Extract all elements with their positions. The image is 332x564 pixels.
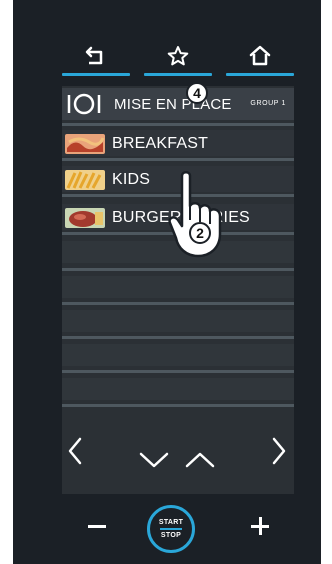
- callout-badge-4: 4: [186, 82, 208, 104]
- burger-thumb: [65, 208, 105, 228]
- row-separator: [62, 404, 294, 407]
- star-icon: [167, 46, 189, 66]
- chevron-right-icon[interactable]: [270, 436, 288, 466]
- empty-row: [62, 310, 294, 332]
- start-stop-button[interactable]: START STOP: [147, 505, 195, 553]
- empty-row: [62, 344, 294, 366]
- back-arrow-icon: [85, 46, 103, 65]
- row-separator: [62, 268, 294, 271]
- home-underline: [226, 73, 294, 76]
- chevron-up-icon[interactable]: [184, 450, 216, 470]
- back-button[interactable]: [62, 38, 130, 76]
- stop-label: STOP: [160, 532, 182, 539]
- list-navigation: [62, 430, 294, 480]
- plate-icon: [67, 93, 101, 115]
- start-stop-divider: [160, 528, 182, 530]
- row-separator: [62, 158, 294, 161]
- menu-item-label: BREAKFAST: [112, 135, 209, 152]
- callout-badge-2: 2: [189, 222, 211, 244]
- start-label: START: [158, 519, 184, 526]
- menu-item-label: KIDS: [112, 171, 151, 188]
- callout-number: 4: [193, 85, 201, 101]
- row-separator: [62, 123, 294, 126]
- empty-row: [62, 378, 294, 400]
- favorites-button[interactable]: [144, 38, 212, 76]
- row-separator: [62, 370, 294, 373]
- back-underline: [62, 73, 130, 76]
- home-button[interactable]: [226, 38, 294, 76]
- chevron-down-icon[interactable]: [138, 450, 170, 470]
- hand-pointer-icon: [168, 171, 222, 258]
- top-navigation: [62, 38, 296, 78]
- empty-row: [62, 276, 294, 298]
- group-row-label: MISE EN PLACE: [114, 96, 232, 113]
- chevron-left-icon[interactable]: [66, 436, 84, 466]
- minus-button[interactable]: [88, 525, 106, 528]
- group-row-mise-en-place[interactable]: MISE EN PLACE GROUP 1: [62, 88, 294, 120]
- plus-button-vertical[interactable]: [258, 517, 262, 535]
- group-tag: GROUP 1: [250, 100, 286, 107]
- favorites-underline: [144, 73, 212, 76]
- menu-item-breakfast[interactable]: BREAKFAST: [62, 130, 294, 156]
- fries-thumb: [65, 170, 105, 190]
- row-separator: [62, 302, 294, 305]
- breakfast-thumb: [65, 134, 105, 154]
- home-icon: [249, 45, 271, 66]
- row-separator: [62, 336, 294, 339]
- bottom-controls: START STOP: [13, 505, 321, 561]
- callout-number: 2: [196, 225, 204, 241]
